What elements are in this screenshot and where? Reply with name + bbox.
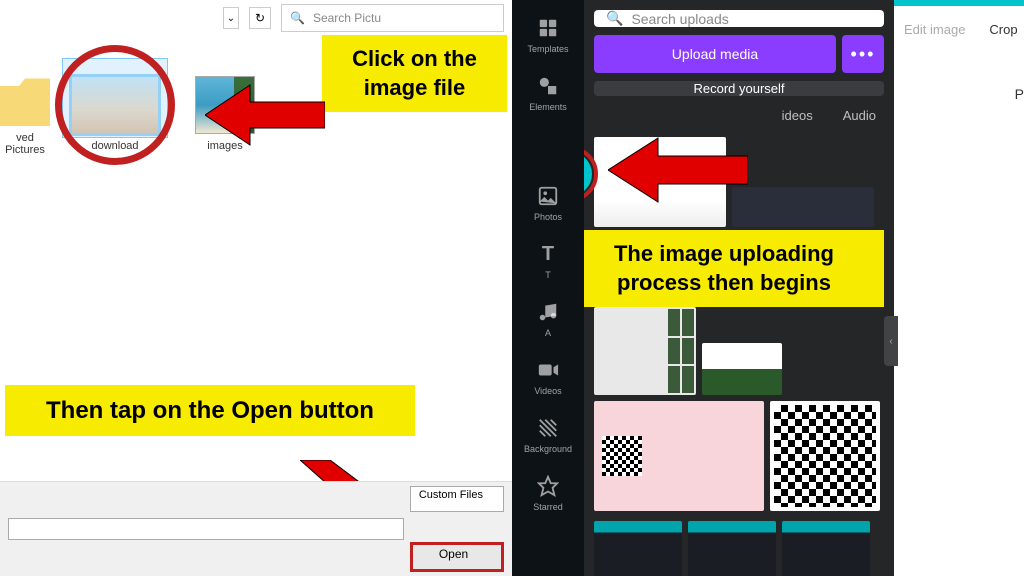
sidebar-item-photos[interactable]: Photos: [512, 176, 584, 230]
sidebar-item-templates[interactable]: Templates: [512, 8, 584, 62]
sidebar-label: Photos: [534, 212, 562, 222]
file-item-download[interactable]: download: [70, 76, 160, 152]
file-label: images: [207, 140, 242, 152]
partial-text: P: [1015, 86, 1024, 102]
canva-sidebar: Templates Elements Photos T T A Videos B…: [512, 0, 584, 576]
sidebar-label: Elements: [529, 102, 567, 112]
qr-icon: [602, 436, 642, 476]
canva-panel: Templates Elements Photos T T A Videos B…: [512, 0, 1024, 576]
canva-canvas-area: Edit image Crop ‹ P: [894, 0, 1024, 576]
sidebar-item-background[interactable]: Background: [512, 408, 584, 462]
sidebar-item-elements[interactable]: Elements: [512, 66, 584, 120]
search-input[interactable]: 🔍 Search Pictu: [281, 4, 504, 32]
file-explorer-panel: ⌄ ↻ 🔍 Search Pictu ved Pictures download…: [0, 0, 512, 576]
path-dropdown[interactable]: ⌄: [223, 7, 239, 29]
upload-thumbnail[interactable]: [688, 521, 776, 576]
templates-icon: [536, 16, 560, 40]
explorer-bottom-bar: Custom Files Open: [0, 481, 512, 576]
qr-icon: [774, 405, 876, 507]
collapse-panel-button[interactable]: ‹: [884, 316, 898, 366]
search-placeholder: Search Pictu: [313, 11, 381, 25]
upload-thumbnail[interactable]: [594, 521, 682, 576]
canva-uploads-panel: 🔍 Search uploads Upload media ••• Record…: [584, 0, 894, 576]
canvas-toolbar: Edit image Crop: [904, 22, 1018, 37]
image-thumbnail: [71, 76, 159, 134]
folder-icon: [0, 76, 50, 126]
open-button[interactable]: Open: [410, 542, 504, 572]
upload-cloud-button[interactable]: [584, 152, 592, 196]
callout-uploading: The image uploading process then begins: [584, 230, 884, 307]
uploads-search[interactable]: 🔍 Search uploads: [594, 10, 884, 27]
upload-thumbnail[interactable]: [702, 343, 782, 395]
record-yourself-button[interactable]: Record yourself: [594, 81, 884, 96]
explorer-toolbar: ⌄ ↻ 🔍 Search Pictu: [0, 0, 512, 36]
star-icon: [536, 474, 560, 498]
tab-videos[interactable]: ideos: [782, 108, 813, 123]
file-label: download: [91, 140, 138, 152]
audio-icon: [536, 300, 560, 324]
upload-thumbnail[interactable]: [594, 307, 696, 395]
sidebar-item-videos[interactable]: Videos: [512, 350, 584, 404]
sidebar-label: Starred: [533, 502, 563, 512]
edit-image-button[interactable]: Edit image: [904, 22, 965, 37]
sidebar-item-starred[interactable]: Starred: [512, 466, 584, 520]
sidebar-item-uploads[interactable]: [512, 124, 584, 172]
file-item-images[interactable]: images: [180, 76, 270, 152]
crop-button[interactable]: Crop: [989, 22, 1017, 37]
filename-input[interactable]: [8, 518, 404, 540]
text-icon: T: [536, 242, 560, 266]
image-thumbnail: [195, 76, 255, 134]
upload-thumbnail[interactable]: [594, 137, 726, 227]
sidebar-label: Videos: [534, 386, 561, 396]
callout-click-file: Click on the image file: [322, 35, 507, 112]
file-label: ved Pictures: [0, 132, 50, 156]
sidebar-label: T: [545, 270, 551, 280]
search-placeholder: Search uploads: [631, 11, 728, 27]
upload-more-button[interactable]: •••: [842, 35, 884, 73]
callout-tap-open: Then tap on the Open button: [5, 385, 415, 436]
refresh-button[interactable]: ↻: [249, 7, 271, 29]
search-icon: 🔍: [290, 11, 305, 25]
sidebar-label: Templates: [527, 44, 568, 54]
upload-thumbnail[interactable]: [732, 187, 874, 227]
videos-icon: [536, 358, 560, 382]
tab-audio[interactable]: Audio: [843, 108, 876, 123]
folder-item[interactable]: ved Pictures: [0, 76, 50, 156]
photos-icon: [536, 184, 560, 208]
upload-thumbnails: [594, 135, 884, 576]
upload-thumbnail[interactable]: [770, 401, 880, 511]
sidebar-label: Background: [524, 444, 572, 454]
upload-thumbnail[interactable]: [594, 401, 764, 511]
upload-thumbnail[interactable]: [782, 521, 870, 576]
background-icon: [536, 416, 560, 440]
upload-media-button[interactable]: Upload media: [594, 35, 836, 73]
sidebar-item-text[interactable]: T T: [512, 234, 584, 288]
filetype-dropdown[interactable]: Custom Files: [410, 486, 504, 512]
elements-icon: [536, 74, 560, 98]
search-icon: 🔍: [606, 10, 623, 27]
sidebar-label: A: [545, 328, 551, 338]
sidebar-item-audio[interactable]: A: [512, 292, 584, 346]
upload-tabs: ideos Audio: [594, 104, 884, 127]
